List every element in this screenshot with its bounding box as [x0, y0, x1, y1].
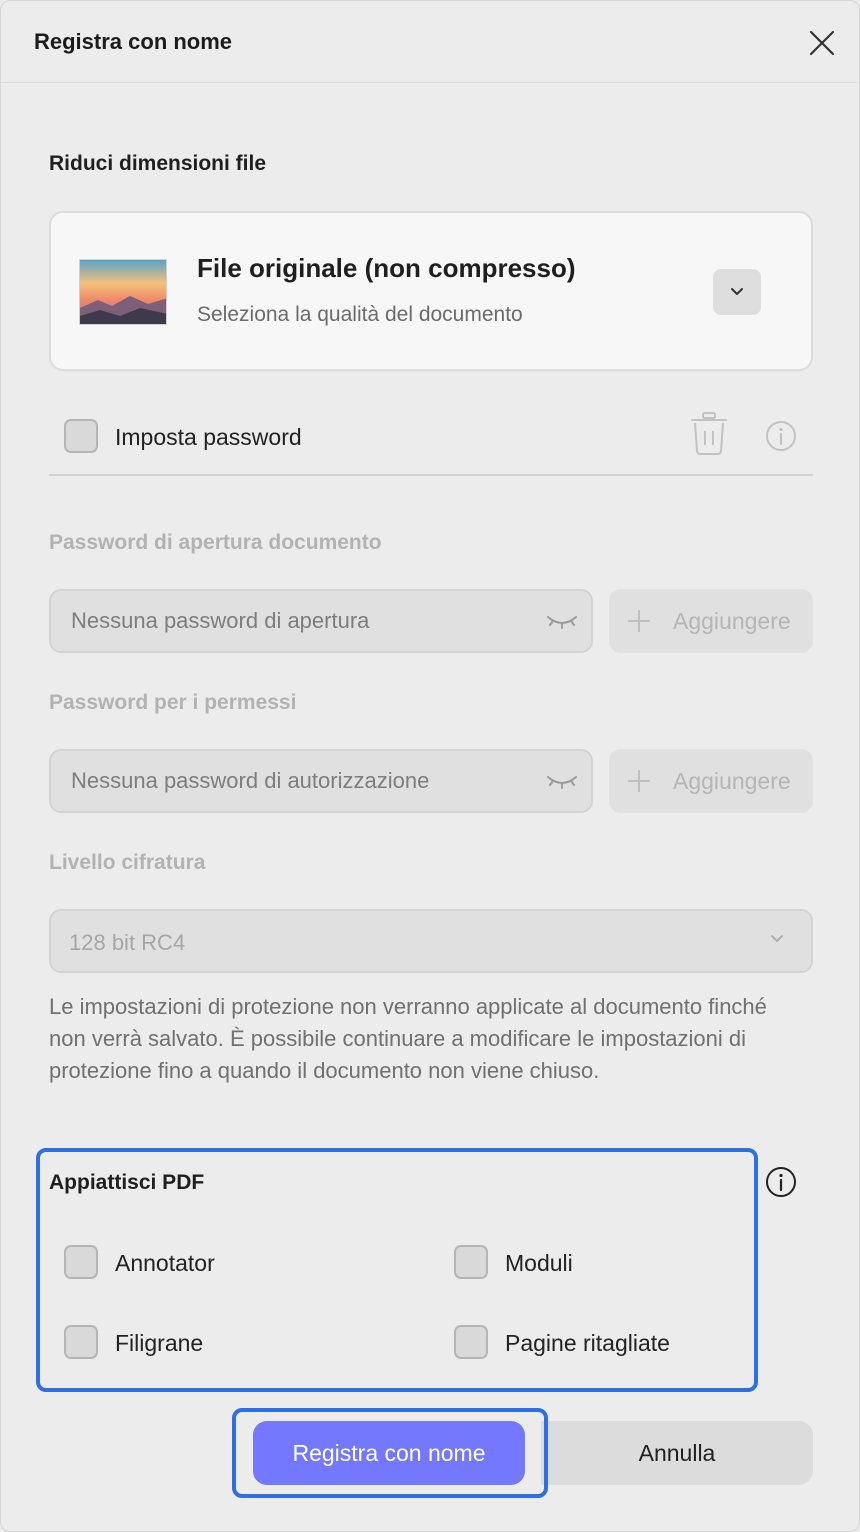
trash-icon[interactable] [689, 411, 729, 462]
flatten-forms-checkbox[interactable] [454, 1245, 488, 1279]
info-icon[interactable] [765, 420, 797, 457]
flatten-pdf-title: Appiattisci PDF [49, 1171, 205, 1194]
set-password-label: Imposta password [115, 424, 302, 450]
open-password-field[interactable] [49, 589, 593, 653]
flatten-annotator-checkbox[interactable] [64, 1245, 98, 1279]
quality-dropdown-button[interactable] [713, 269, 761, 315]
open-password-title: Password di apertura documento [49, 531, 382, 554]
add-open-password-button[interactable]: Aggiungere [609, 589, 813, 653]
flatten-watermarks-checkbox[interactable] [64, 1325, 98, 1359]
document-thumbnail [79, 259, 167, 325]
dialog-title: Registra con nome [34, 29, 233, 54]
flatten-annotator-label: Annotator [115, 1250, 215, 1276]
plus-icon [628, 610, 650, 632]
open-password-input[interactable] [71, 605, 531, 637]
dialog-titlebar: Registra con nome [1, 1, 859, 83]
flatten-cropped-pages-label: Pagine ritagliate [505, 1330, 670, 1356]
plus-icon [628, 770, 650, 792]
add-permission-password-button[interactable]: Aggiungere [609, 749, 813, 813]
flatten-cropped-pages-checkbox[interactable] [454, 1325, 488, 1359]
save-as-dialog: Registra con nome Riduci dimensioni file [0, 0, 860, 1532]
encryption-level-value: 128 bit RC4 [69, 930, 186, 955]
reduce-size-title: Riduci dimensioni file [49, 152, 267, 175]
chevron-down-icon [771, 935, 783, 942]
close-icon[interactable] [805, 26, 839, 60]
quality-title: File originale (non compresso) [197, 253, 576, 283]
chevron-down-icon [731, 288, 743, 295]
divider [49, 474, 813, 476]
quality-selector-card[interactable]: File originale (non compresso) Seleziona… [49, 211, 813, 371]
cancel-button[interactable]: Annulla [541, 1421, 813, 1485]
encryption-level-select[interactable]: 128 bit RC4 [49, 909, 813, 973]
permission-password-field[interactable] [49, 749, 593, 813]
protection-note: Le impostazioni di protezione non verran… [49, 994, 767, 1083]
add-open-password-label: Aggiungere [673, 608, 791, 634]
set-password-checkbox[interactable] [64, 419, 98, 453]
eye-closed-icon[interactable] [545, 773, 579, 789]
add-permission-password-label: Aggiungere [673, 768, 791, 794]
flatten-forms-label: Moduli [505, 1250, 573, 1276]
info-icon[interactable] [765, 1166, 797, 1203]
encryption-level-title: Livello cifratura [49, 851, 206, 874]
flatten-watermarks-label: Filigrane [115, 1330, 204, 1356]
quality-subtitle: Seleziona la qualità del documento [197, 303, 523, 326]
permission-password-title: Password per i permessi [49, 691, 297, 714]
permission-password-input[interactable] [71, 765, 531, 797]
save-as-button[interactable]: Registra con nome [253, 1421, 525, 1485]
eye-closed-icon[interactable] [545, 613, 579, 629]
